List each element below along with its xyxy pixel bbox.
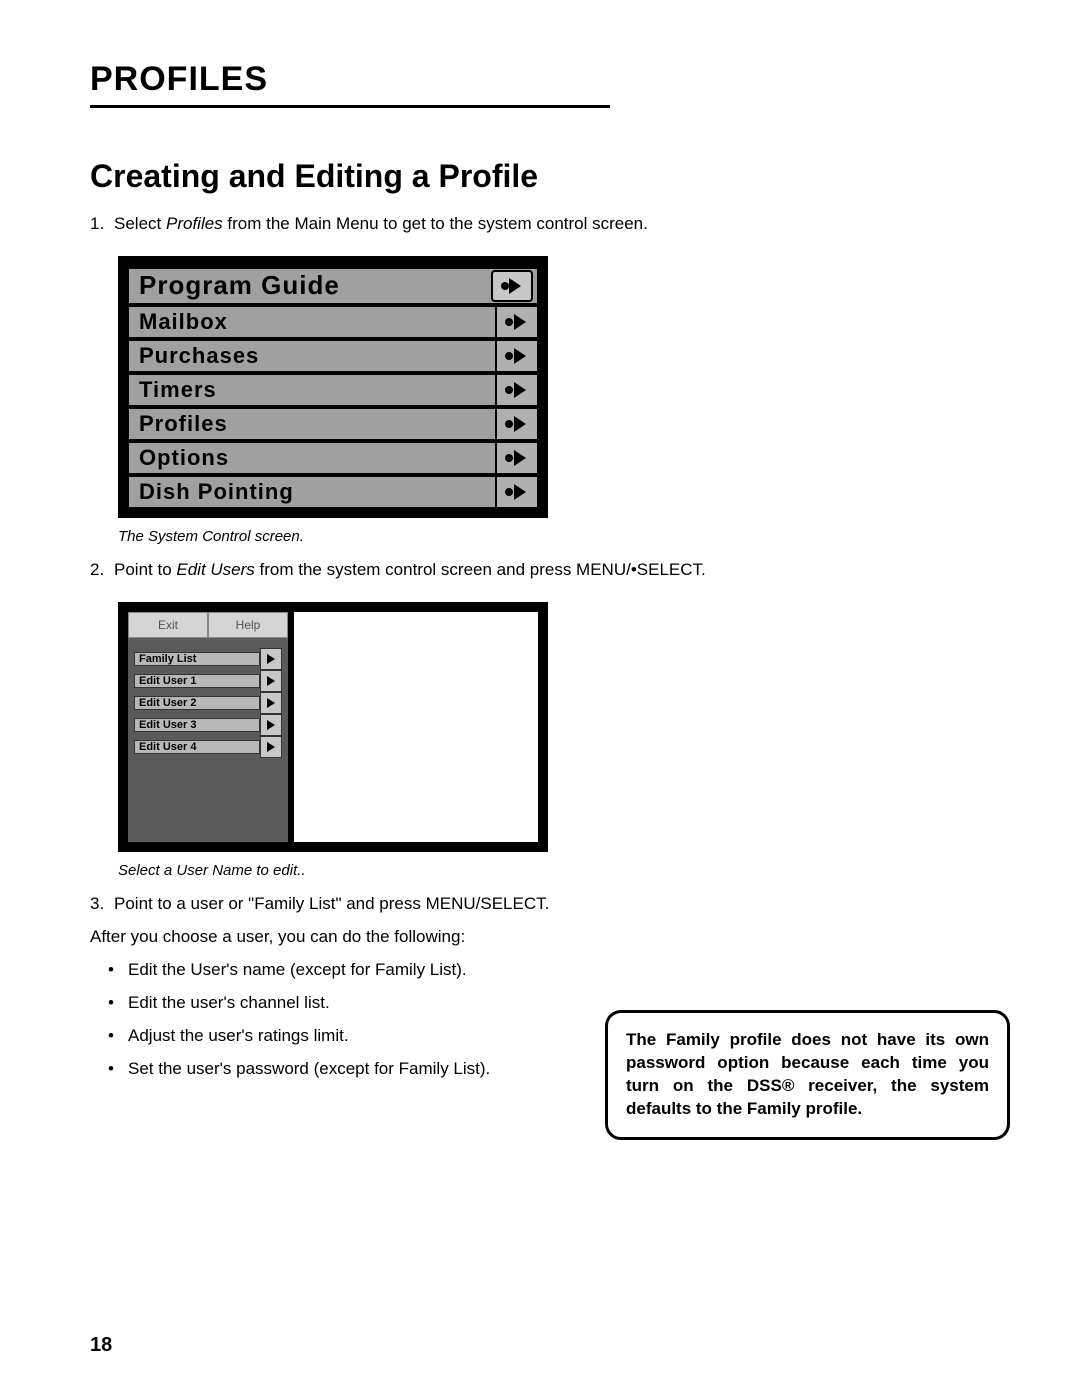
item-edit-user-2[interactable]: Edit User 2 [134,692,282,714]
bullet-item: Edit the User's name (except for Family … [108,959,728,982]
menu-label: Mailbox [129,309,495,335]
figure-left-panel: Exit Help Family List Edit User 1 Edit U… [128,612,288,842]
step-italic: Profiles [166,214,223,233]
arrow-right-icon [260,736,282,758]
arrow-right-icon [495,477,537,507]
menu-item-dish-pointing[interactable]: Dish Pointing [128,476,538,508]
step-number: 1. [90,213,114,236]
arrow-right-icon [260,648,282,670]
figure-items: Family List Edit User 1 Edit User 2 Edit… [128,638,288,768]
figure-tabs: Exit Help [128,612,288,638]
page-title: Creating and Editing a Profile [90,158,1010,195]
item-label: Edit User 3 [134,718,260,732]
paragraph: After you choose a user, you can do the … [90,926,710,949]
step-text: Point to [114,560,176,579]
figure-system-control: Program Guide Mailbox Purchases Timers P… [118,256,548,518]
menu-label: Profiles [129,411,495,437]
section-title: PROFILES [90,60,1010,99]
menu-item-options[interactable]: Options [128,442,538,474]
item-label: Family List [134,652,260,666]
step-italic: Edit Users [176,560,254,579]
item-edit-user-4[interactable]: Edit User 4 [134,736,282,758]
step-text: Select [114,214,166,233]
item-family-list[interactable]: Family List [134,648,282,670]
menu-item-program-guide[interactable]: Program Guide [128,268,538,304]
figure-edit-users: Exit Help Family List Edit User 1 Edit U… [118,602,548,852]
arrow-right-icon [491,270,533,302]
step-3: 3.Point to a user or "Family List" and p… [90,893,710,916]
arrow-right-icon [260,692,282,714]
menu-label: Dish Pointing [129,479,495,505]
help-tab[interactable]: Help [208,612,288,638]
figure-caption: Select a User Name to edit.. [118,862,1010,879]
step-text: from the Main Menu to get to the system … [223,214,648,233]
arrow-right-icon [495,443,537,473]
arrow-right-icon [495,307,537,337]
step-text: Point to a user or "Family List" and pre… [114,894,549,913]
arrow-right-icon [260,714,282,736]
menu-label: Purchases [129,343,495,369]
exit-tab[interactable]: Exit [128,612,208,638]
menu-label: Timers [129,377,495,403]
item-edit-user-1[interactable]: Edit User 1 [134,670,282,692]
menu-item-mailbox[interactable]: Mailbox [128,306,538,338]
step-1: 1.Select Profiles from the Main Menu to … [90,213,710,236]
item-label: Edit User 4 [134,740,260,754]
arrow-right-icon [495,409,537,439]
menu-label: Options [129,445,495,471]
item-label: Edit User 1 [134,674,260,688]
arrow-right-icon [495,375,537,405]
note-box: The Family profile does not have its own… [605,1010,1010,1140]
step-2: 2.Point to Edit Users from the system co… [90,559,710,582]
menu-item-purchases[interactable]: Purchases [128,340,538,372]
arrow-right-icon [495,341,537,371]
step-text: from the system control screen and press… [255,560,706,579]
section-divider [90,105,610,108]
step-number: 3. [90,893,114,916]
item-edit-user-3[interactable]: Edit User 3 [134,714,282,736]
item-label: Edit User 2 [134,696,260,710]
step-number: 2. [90,559,114,582]
menu-item-profiles[interactable]: Profiles [128,408,538,440]
arrow-right-icon [260,670,282,692]
figure-caption: The System Control screen. [118,528,1010,545]
menu-label: Program Guide [129,270,491,301]
menu-item-timers[interactable]: Timers [128,374,538,406]
figure-right-panel [294,612,538,842]
page-number: 18 [90,1334,112,1357]
